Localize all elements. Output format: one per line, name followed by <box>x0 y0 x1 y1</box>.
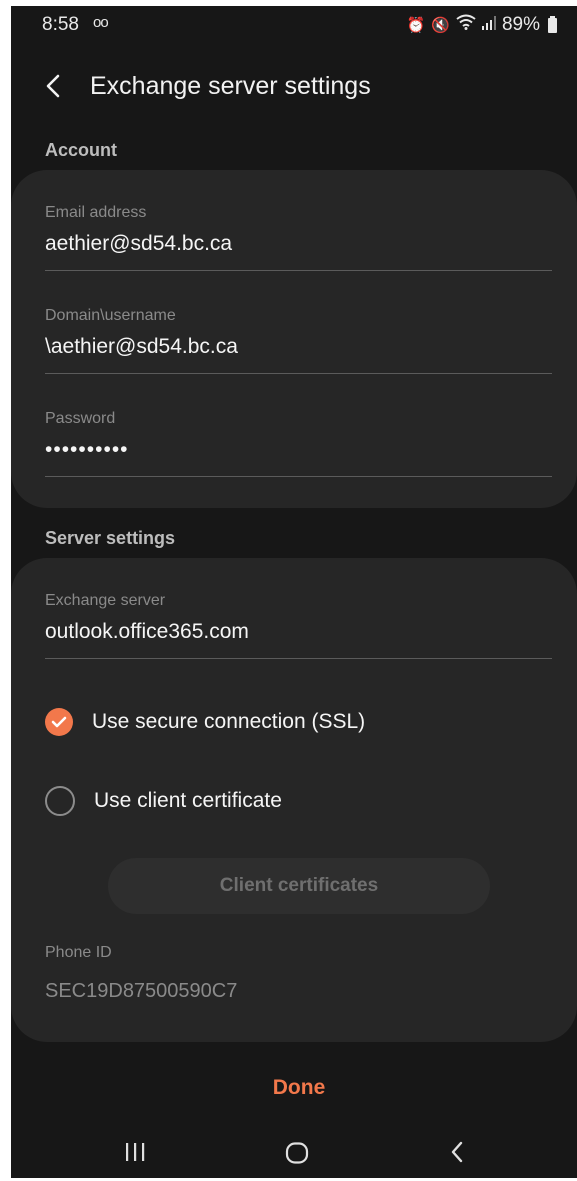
phone-screen: 8:58 oo ⏰ 🔇 89% Exchange server settings… <box>11 6 577 1178</box>
section-label-server-settings: Server settings <box>45 528 176 548</box>
header: Exchange server settings <box>11 64 577 114</box>
checkmark-icon[interactable] <box>45 708 73 736</box>
done-button[interactable]: Done <box>11 1076 577 1100</box>
exchange-server-field[interactable]: Exchange server outlook.office365.com <box>45 592 552 659</box>
client-certificates-button[interactable]: Client certificates <box>108 858 490 914</box>
email-underline <box>45 270 552 271</box>
voicemail-icon: oo <box>93 14 109 31</box>
email-input[interactable]: aethier@sd54.bc.ca <box>45 232 552 256</box>
status-bar: 8:58 oo ⏰ 🔇 89% <box>11 6 577 42</box>
server-settings-card: Exchange server outlook.office365.com Us… <box>11 558 577 1042</box>
nav-back-icon[interactable] <box>449 1140 465 1169</box>
status-time: 8:58 <box>42 14 79 35</box>
password-label: Password <box>45 410 116 427</box>
domain-username-underline <box>45 373 552 374</box>
ssl-option[interactable]: Use secure connection (SSL) <box>45 706 365 738</box>
password-field[interactable]: Password •••••••••• <box>45 410 552 477</box>
email-field[interactable]: Email address aethier@sd54.bc.ca <box>45 204 552 271</box>
section-label-account: Account <box>45 140 117 160</box>
domain-username-field[interactable]: Domain\username \aethier@sd54.bc.ca <box>45 307 552 374</box>
alarm-icon: ⏰ <box>406 17 426 34</box>
client-certificate-label: Use client certificate <box>94 789 282 812</box>
battery-icon <box>548 15 557 33</box>
password-underline <box>45 476 552 477</box>
exchange-server-underline <box>45 658 552 659</box>
unchecked-circle-icon[interactable] <box>45 786 75 816</box>
domain-username-label: Domain\username <box>45 307 176 324</box>
wifi-icon <box>456 14 476 36</box>
phone-id-label: Phone ID <box>45 944 112 961</box>
recents-icon[interactable] <box>124 1142 146 1167</box>
exchange-server-input[interactable]: outlook.office365.com <box>45 620 552 644</box>
navigation-bar <box>11 1126 577 1178</box>
password-input[interactable]: •••••••••• <box>45 438 552 462</box>
signal-icon <box>481 14 496 36</box>
page-title: Exchange server settings <box>90 72 371 100</box>
home-icon[interactable] <box>285 1142 309 1169</box>
ssl-label: Use secure connection (SSL) <box>92 710 366 733</box>
status-icons: ⏰ 🔇 89% <box>407 14 557 36</box>
battery-level: 89% <box>501 14 540 35</box>
domain-username-input[interactable]: \aethier@sd54.bc.ca <box>45 335 552 359</box>
mute-icon: 🔇 <box>431 17 450 34</box>
phone-id-value: SEC19D87500590C7 <box>45 980 238 1002</box>
chevron-left-icon[interactable] <box>45 68 73 104</box>
client-certificate-option[interactable]: Use client certificate <box>45 785 282 817</box>
account-card: Email address aethier@sd54.bc.ca Domain\… <box>11 170 577 508</box>
email-label: Email address <box>45 204 147 221</box>
exchange-server-label: Exchange server <box>45 592 166 609</box>
